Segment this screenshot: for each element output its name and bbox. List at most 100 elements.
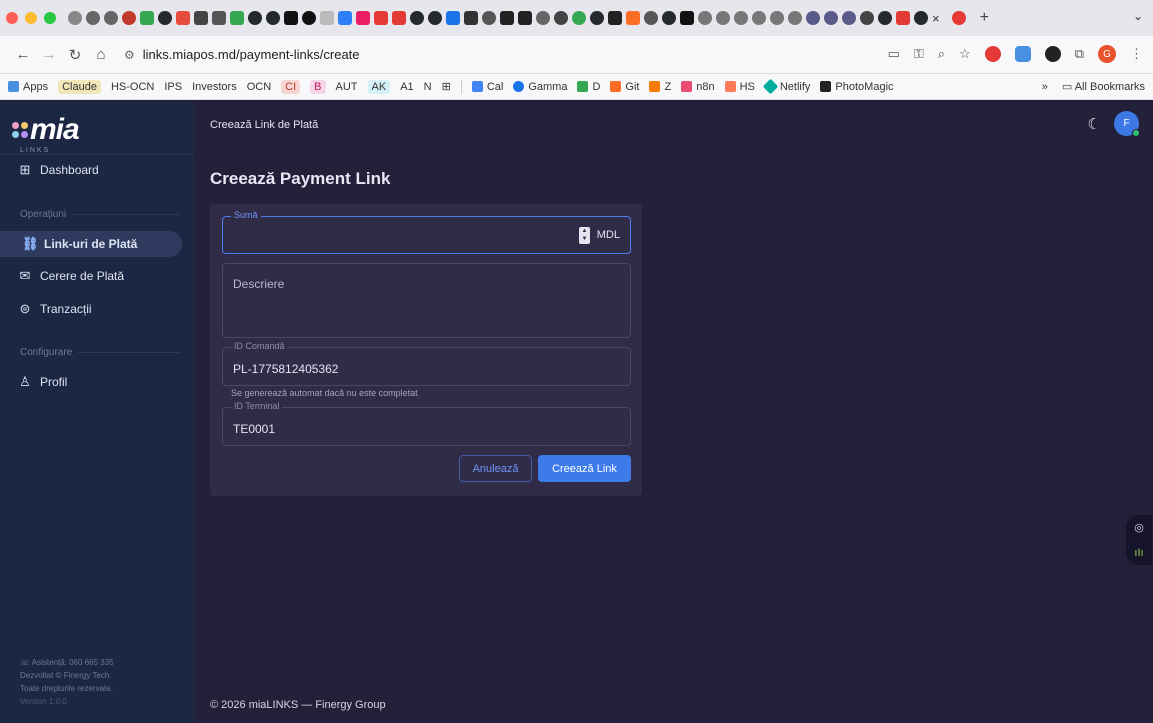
all-bookmarks-button[interactable]: ▭ All Bookmarks bbox=[1062, 80, 1145, 93]
bookmark[interactable]: PhotoMagic bbox=[820, 81, 894, 93]
support-phone[interactable]: ☏ Asistență: 060 665 335 bbox=[20, 656, 114, 669]
profile-avatar[interactable]: G bbox=[1098, 45, 1116, 63]
theme-toggle-moon-icon[interactable]: ☾ bbox=[1088, 115, 1101, 133]
bookmark[interactable]: N bbox=[424, 81, 432, 93]
bookmark[interactable]: OCN bbox=[247, 81, 271, 93]
amount-field[interactable]: Sumă ▲ ▼ MDL bbox=[222, 210, 631, 254]
user-avatar[interactable]: F bbox=[1114, 111, 1140, 137]
tab[interactable] bbox=[464, 11, 478, 25]
bookmark[interactable]: AK bbox=[367, 79, 391, 94]
tab-close-icon[interactable]: × bbox=[932, 11, 940, 26]
tab[interactable] bbox=[626, 11, 640, 25]
bookmark[interactable]: AUT bbox=[336, 81, 358, 93]
tab[interactable] bbox=[770, 11, 784, 25]
tab[interactable] bbox=[644, 11, 658, 25]
terminal-id-field[interactable]: ID Terminal TE0001 bbox=[222, 401, 631, 446]
app-logo[interactable]: mia LINKS bbox=[12, 113, 80, 154]
bookmark[interactable]: HS-OCN bbox=[111, 81, 154, 93]
tab-search-chevron-icon[interactable]: ⌄ bbox=[1133, 9, 1143, 23]
tab[interactable] bbox=[878, 11, 892, 25]
extensions-puzzle-icon[interactable]: ⧉ bbox=[1075, 46, 1084, 62]
forward-arrow-icon[interactable]: → bbox=[36, 46, 62, 63]
tab[interactable] bbox=[536, 11, 550, 25]
create-link-button[interactable]: Creează Link bbox=[538, 455, 631, 482]
tab[interactable] bbox=[338, 11, 352, 25]
bookmark[interactable]: Cal bbox=[471, 81, 503, 93]
tab[interactable] bbox=[410, 11, 424, 25]
tab[interactable] bbox=[608, 11, 622, 25]
sidebar-item-dashboard[interactable]: ⊞ Dashboard bbox=[8, 157, 182, 183]
bookmark-star-icon[interactable]: ☆ bbox=[959, 46, 971, 62]
tab[interactable] bbox=[320, 11, 334, 25]
tab[interactable] bbox=[518, 11, 532, 25]
tab[interactable] bbox=[428, 11, 442, 25]
tab[interactable] bbox=[446, 11, 460, 25]
tab[interactable] bbox=[806, 11, 820, 25]
tab[interactable] bbox=[500, 11, 514, 25]
spiral-icon[interactable]: ◎ bbox=[1134, 521, 1144, 534]
home-icon[interactable]: ⌂ bbox=[88, 46, 114, 63]
tab[interactable] bbox=[554, 11, 568, 25]
reload-icon[interactable]: ↻ bbox=[62, 46, 88, 64]
floating-assistant-widget[interactable]: ◎ ıIı bbox=[1126, 515, 1152, 565]
tab[interactable] bbox=[482, 11, 496, 25]
url-text[interactable]: links.miapos.md/payment-links/create bbox=[143, 47, 360, 62]
bookmark[interactable]: Git bbox=[610, 81, 639, 93]
bookmark[interactable]: Z bbox=[649, 81, 671, 93]
tab[interactable] bbox=[122, 11, 136, 25]
sidebar-item-payment-links[interactable]: ⛓ Link-uri de Plată bbox=[0, 231, 182, 257]
terminal-id-value[interactable]: TE0001 bbox=[233, 422, 275, 436]
amount-stepper-icon[interactable]: ▲ ▼ bbox=[579, 227, 590, 244]
bookmark[interactable]: Investors bbox=[192, 81, 237, 93]
bookmark-apps[interactable]: Apps bbox=[8, 81, 48, 93]
tab[interactable] bbox=[356, 11, 370, 25]
tab[interactable] bbox=[572, 11, 586, 25]
tab[interactable] bbox=[752, 11, 766, 25]
bookmark[interactable]: CI bbox=[281, 79, 301, 94]
tab[interactable] bbox=[662, 11, 676, 25]
bookmark-grid-icon[interactable]: ⊞ bbox=[442, 80, 451, 93]
url-field[interactable]: ⚙ links.miapos.md/payment-links/create bbox=[124, 47, 824, 62]
tab[interactable] bbox=[951, 11, 966, 25]
more-bookmarks-button[interactable]: » bbox=[1042, 81, 1048, 93]
tab[interactable] bbox=[716, 11, 730, 25]
cancel-button[interactable]: Anulează bbox=[459, 455, 532, 482]
order-id-value[interactable]: PL-1775812405362 bbox=[233, 362, 338, 376]
sidebar-item-transactions[interactable]: ⊜ Tranzacții bbox=[8, 296, 182, 322]
browser-menu-icon[interactable]: ⋮ bbox=[1130, 46, 1143, 62]
bookmark[interactable]: HS bbox=[724, 81, 755, 93]
tab[interactable] bbox=[680, 11, 694, 25]
tab[interactable] bbox=[86, 11, 100, 25]
tab[interactable] bbox=[788, 11, 802, 25]
bookmark[interactable]: Gamma bbox=[513, 81, 567, 93]
close-window-button[interactable] bbox=[6, 12, 18, 24]
bookmark[interactable]: n8n bbox=[681, 81, 715, 93]
bookmark[interactable]: D bbox=[577, 81, 600, 93]
bookmark[interactable]: A1 bbox=[400, 81, 413, 93]
tab[interactable] bbox=[68, 11, 82, 25]
tab[interactable] bbox=[176, 11, 190, 25]
tab[interactable] bbox=[194, 11, 208, 25]
back-arrow-icon[interactable]: ← bbox=[10, 46, 36, 63]
new-tab-button[interactable]: + bbox=[980, 9, 989, 27]
tab[interactable] bbox=[374, 11, 388, 25]
tab[interactable] bbox=[248, 11, 262, 25]
bookmark[interactable]: IPS bbox=[164, 81, 182, 93]
sidebar-item-payment-request[interactable]: ✉ Cerere de Plată bbox=[8, 263, 182, 289]
tab[interactable] bbox=[284, 11, 298, 25]
tab[interactable] bbox=[698, 11, 712, 25]
tab[interactable] bbox=[824, 11, 838, 25]
audio-bars-icon[interactable]: ıIı bbox=[1134, 547, 1143, 559]
tab[interactable] bbox=[842, 11, 856, 25]
tab[interactable] bbox=[230, 11, 244, 25]
description-field[interactable]: Descriere bbox=[222, 263, 631, 338]
minimize-window-button[interactable] bbox=[25, 12, 37, 24]
cast-icon[interactable]: ▭ bbox=[888, 46, 900, 62]
site-settings-icon[interactable]: ⚙ bbox=[124, 48, 135, 62]
tab[interactable] bbox=[302, 11, 316, 25]
opera-extension-icon[interactable] bbox=[984, 46, 1001, 62]
sidebar-item-profile[interactable]: ♙ Profil bbox=[8, 369, 182, 395]
tab[interactable] bbox=[104, 11, 118, 25]
tab[interactable] bbox=[266, 11, 280, 25]
order-id-field[interactable]: ID Comandă PL-1775812405362 bbox=[222, 341, 631, 386]
